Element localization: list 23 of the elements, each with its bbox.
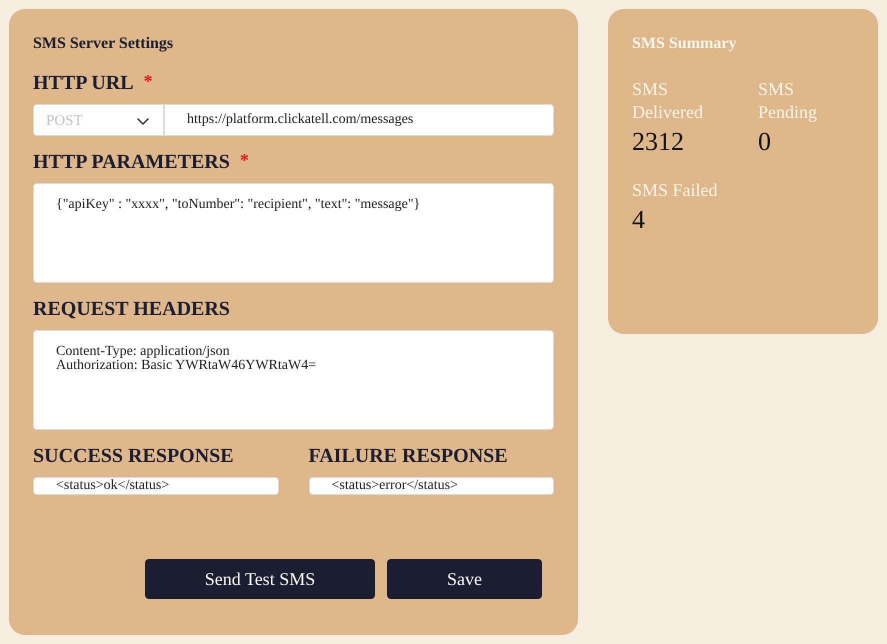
field-label: HTTP URL [33, 72, 134, 95]
field-label: FAILURE RESPONSE [308, 445, 508, 468]
stat-value: 4 [632, 205, 646, 235]
stat-label: SMS Failed [632, 179, 719, 202]
response-input-field[interactable]: <status>error</status> [308, 477, 554, 495]
chevron-down-icon [137, 118, 149, 124]
required-mark: * [144, 72, 153, 90]
field-label: SUCCESS RESPONSE [33, 445, 234, 468]
card-title: SMS Summary [632, 35, 738, 53]
stat-value: 0 [758, 127, 772, 157]
card-title: SMS Server Settings [33, 35, 174, 53]
text-area-field[interactable]: {"apiKey" : "xxxx", "toNumber": "recipient", "text": "message"} [33, 183, 554, 283]
response-input-field[interactable]: <status>ok</status> [33, 477, 278, 495]
text-area-field[interactable]: Content-Type: application/json Authorization: Basic YWRtaW46YWRtaW4= [33, 330, 554, 430]
stat-label: SMS Delivered [632, 78, 704, 124]
stat-value: 2312 [632, 127, 685, 157]
stat-label: SMS Pending [758, 78, 818, 124]
field-label: HTTP PARAMETERS [33, 151, 230, 174]
url-input-field[interactable]: https://platform.clickatell.com/messages [164, 104, 554, 136]
send-test-button[interactable]: Send Test SMS [145, 559, 375, 599]
required-mark: * [240, 151, 249, 169]
save-button[interactable]: Save [387, 559, 542, 599]
field-label: REQUEST HEADERS [33, 298, 230, 321]
